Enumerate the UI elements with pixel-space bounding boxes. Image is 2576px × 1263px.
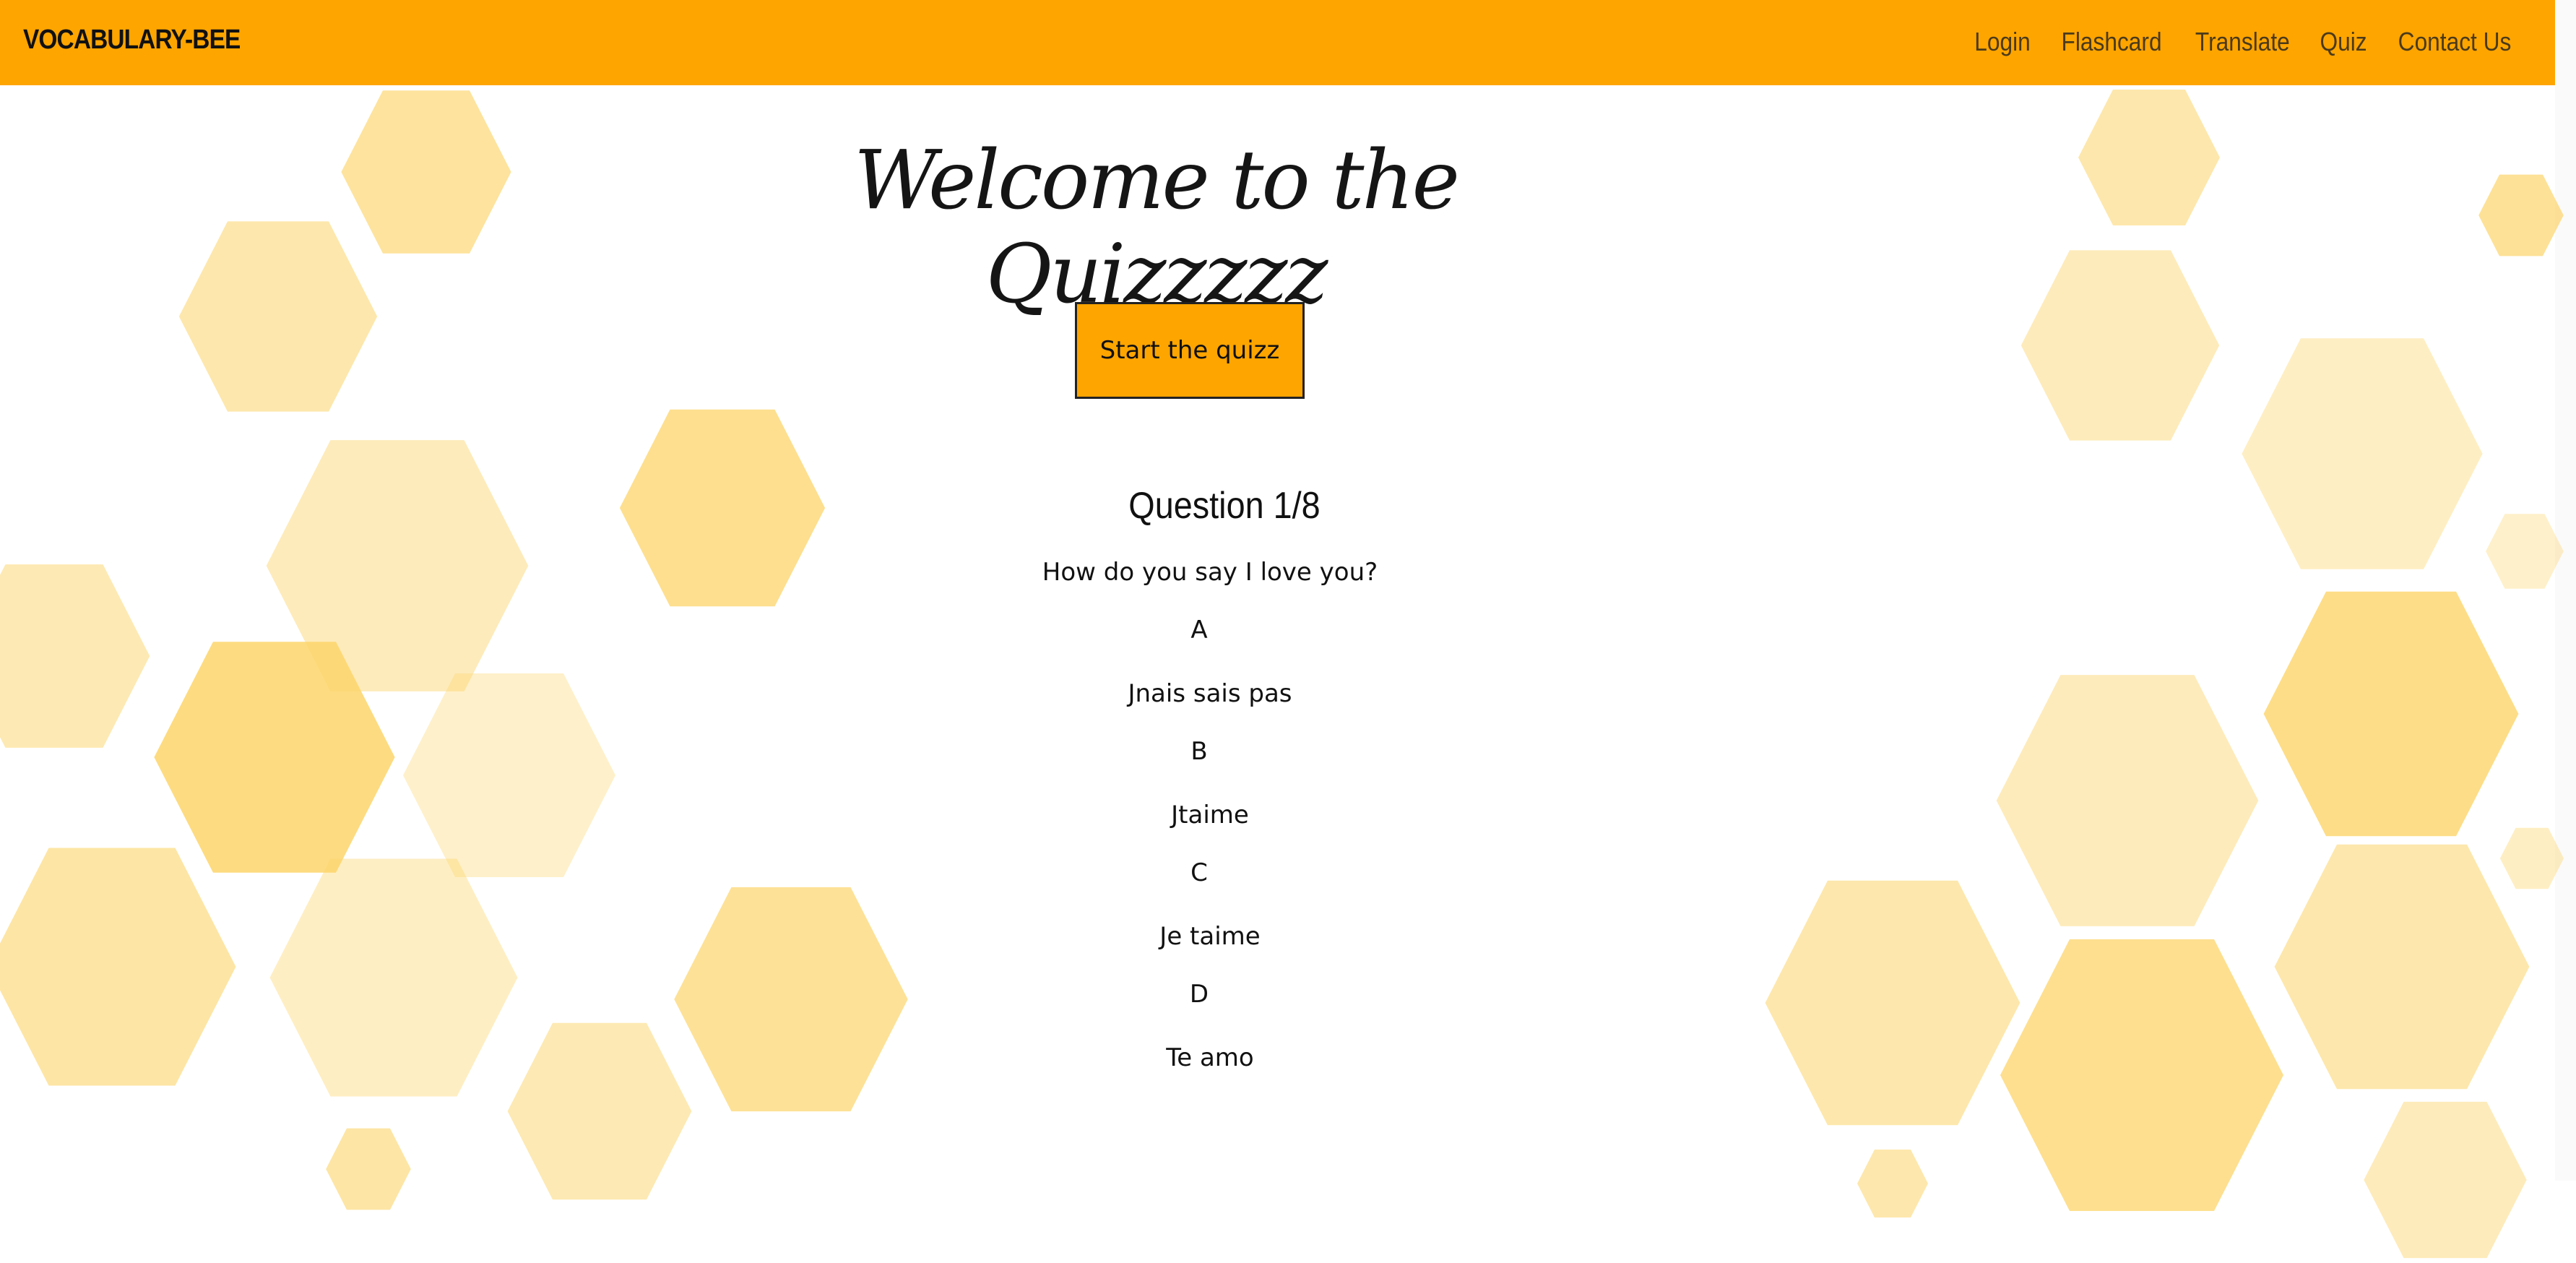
option-b[interactable]: Jtaime [1069, 801, 1351, 829]
question-text: How do you say I love you? [1042, 558, 1378, 587]
option-letter-a: A [1190, 616, 1208, 645]
nav-link-contact-us[interactable]: Contact Us [2398, 27, 2512, 57]
option-d[interactable]: Te amo [1069, 1043, 1351, 1072]
start-quiz-button[interactable]: Start the quizz [1075, 302, 1305, 399]
nav-link-login[interactable]: Login [1974, 27, 2031, 57]
page-title: Welcome to the Quizzzzz [854, 134, 1460, 322]
option-a[interactable]: Jnais sais pas [1069, 679, 1351, 708]
navbar: VOCABULARY-BEE Login Flashcard Translate… [0, 0, 2555, 85]
option-letter-d: D [1189, 980, 1209, 1009]
option-letter-c: C [1190, 858, 1208, 887]
nav-link-translate[interactable]: Translate [2195, 27, 2290, 57]
option-letter-b: B [1190, 737, 1208, 766]
option-c[interactable]: Je taime [1069, 922, 1351, 951]
brand-logo[interactable]: VOCABULARY-BEE [23, 25, 241, 56]
nav-link-quiz[interactable]: Quiz [2320, 27, 2367, 57]
nav-links: Login Flashcard Translate Quiz Contact U… [1971, 27, 2519, 57]
nav-link-flashcard[interactable]: Flashcard [2062, 27, 2162, 57]
quiz-content: Welcome to the Quizzzzz Start the quizz … [0, 0, 2555, 1181]
question-number: Question 1/8 [1128, 485, 1321, 527]
